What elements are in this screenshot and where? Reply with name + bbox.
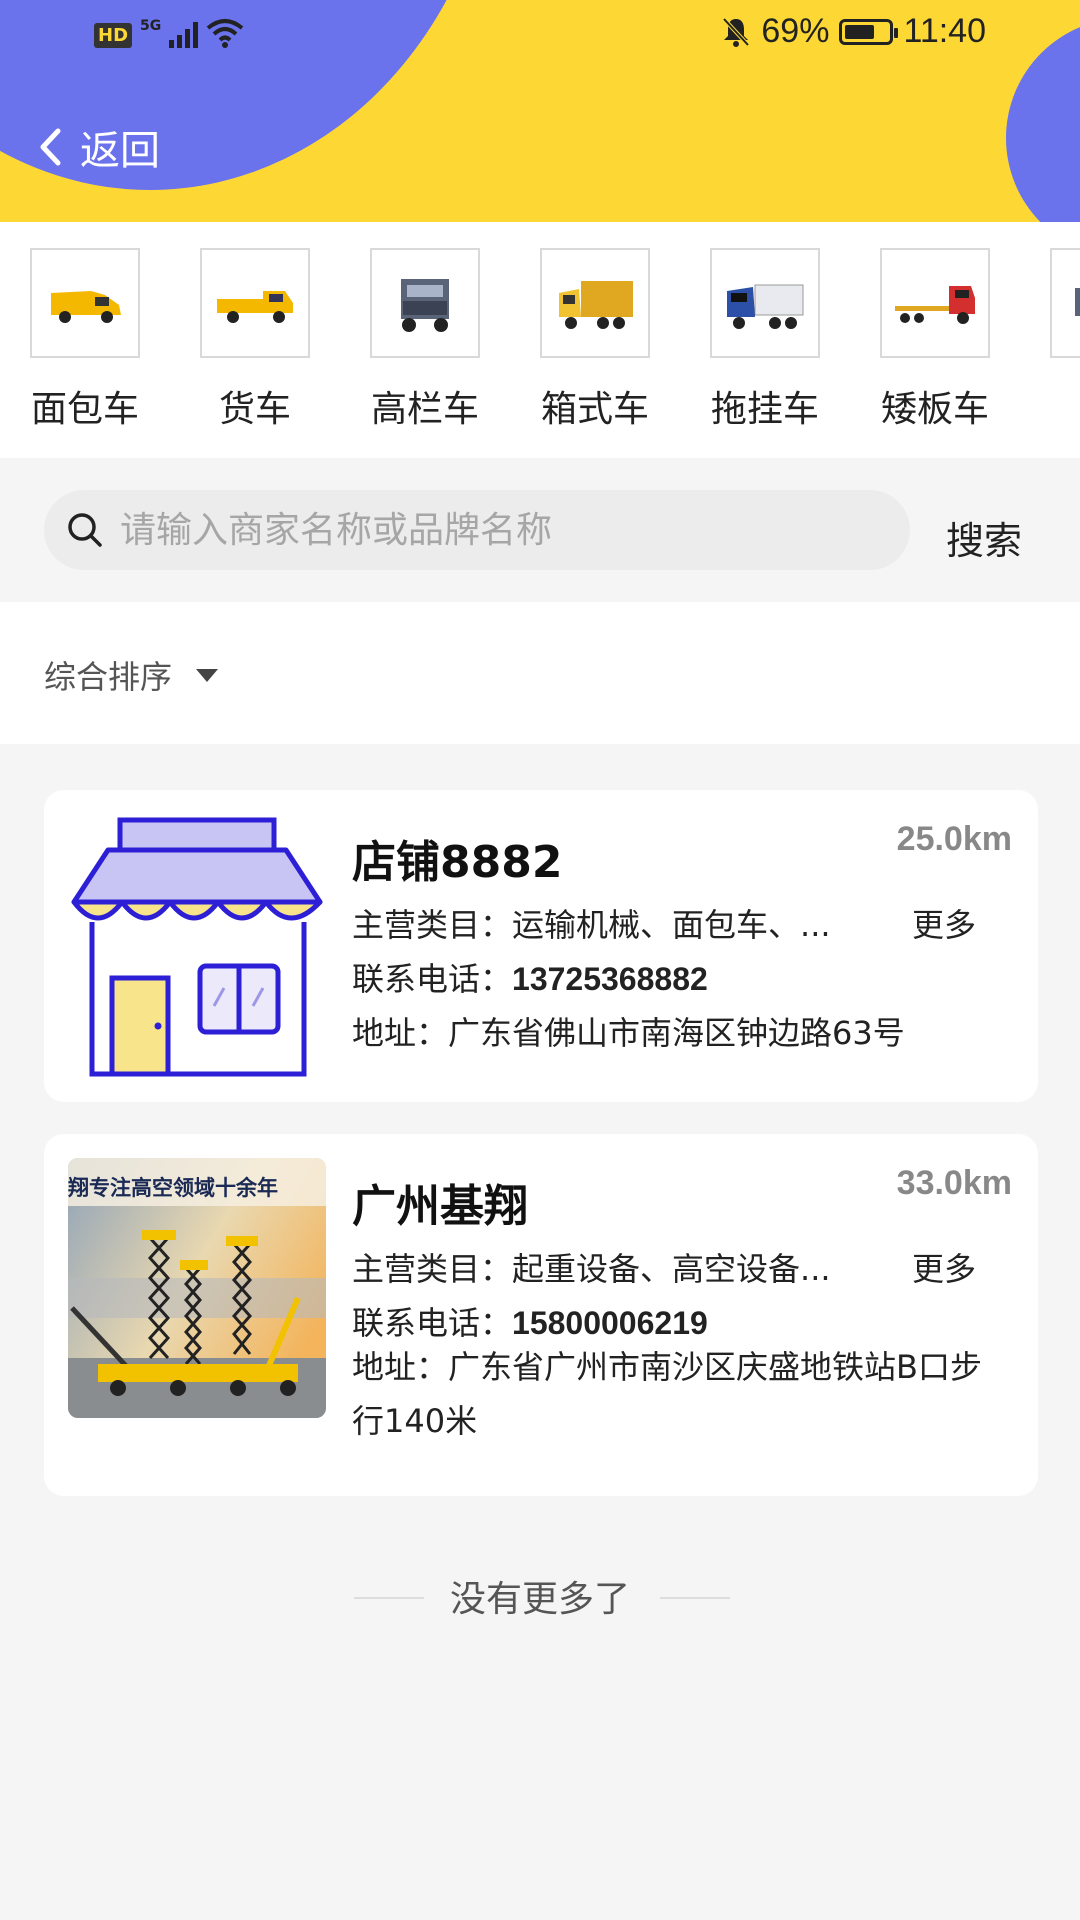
wifi-icon (206, 19, 244, 48)
caret-down-icon (196, 668, 219, 682)
category-label: 箱式车 (540, 389, 649, 430)
battery-icon (839, 18, 899, 45)
shop-card[interactable]: 店铺8882 25.0km 主营类目：运输机械、面包车、... 更多 联系电话：… (44, 790, 1038, 1102)
shop-distance: 25.0km (896, 820, 1012, 858)
category-van[interactable]: 面包车 (28, 248, 142, 432)
shop-name: 店铺8882 (352, 837, 563, 888)
van-icon (30, 248, 140, 358)
search-area: 搜索 (0, 458, 1080, 602)
vehicle-category-strip[interactable]: 面包车 货车 高栏车 箱式车 拖挂车 矮板车 平 (0, 222, 1080, 458)
category-low-bed[interactable]: 矮板车 (878, 248, 992, 432)
hd-badge: HD (94, 23, 133, 48)
truck-icon (200, 248, 310, 358)
shop-card[interactable]: 翔专注高空领域十余年 广州基翔 33.0km 主营类目：起重设备、高空设备...… (44, 1134, 1038, 1496)
trailer-truck-icon (710, 248, 820, 358)
categories-label: 主营类目： (352, 1250, 513, 1288)
high-rail-truck-icon (370, 248, 480, 358)
shop-phone: 联系电话：15800006219 (352, 1298, 708, 1344)
more-link[interactable]: 更多 (912, 1244, 976, 1290)
divider-right (660, 1597, 730, 1599)
mute-bell-icon (722, 17, 750, 47)
back-label: 返回 (80, 128, 160, 174)
battery-percent: 69% (761, 12, 830, 50)
address-label: 地址： (352, 1014, 449, 1052)
search-icon (68, 513, 102, 547)
category-high-rail[interactable]: 高栏车 (368, 248, 482, 432)
signal-icon (169, 22, 199, 48)
categories-label: 主营类目： (352, 906, 513, 944)
phone-label: 联系电话： (352, 1304, 513, 1342)
status-right: 69% 11:40 (721, 12, 986, 51)
clock: 11:40 (903, 12, 986, 50)
phone-label: 联系电话： (352, 960, 513, 998)
shop-phone: 联系电话：13725368882 (352, 954, 708, 1000)
shop-address: 地址：广东省佛山市南海区钟边路63号 (352, 1008, 905, 1054)
shop-categories: 主营类目：运输机械、面包车、... (352, 900, 831, 946)
phone-value[interactable]: 13725368882 (512, 961, 708, 997)
back-button[interactable]: 返回 (38, 118, 160, 176)
no-more-text: 没有更多了 (449, 1579, 630, 1620)
category-label: 货车 (218, 389, 291, 430)
shop-photo: 翔专注高空领域十余年 (68, 1158, 326, 1418)
search-button[interactable]: 搜索 (946, 510, 1022, 565)
category-label: 拖挂车 (710, 389, 819, 430)
shop-address: 地址：广东省广州市南沙区庆盛地铁站B口步行140米 (352, 1340, 992, 1448)
category-label: 面包车 (30, 389, 139, 430)
search-input[interactable] (118, 508, 882, 552)
flatbed-truck-icon (1050, 248, 1080, 358)
category-label: 矮板车 (880, 389, 989, 430)
category-label: 高栏车 (370, 389, 479, 430)
sort-dropdown[interactable]: 综合排序 (44, 652, 219, 698)
category-box[interactable]: 箱式车 (538, 248, 652, 432)
shop-distance: 33.0km (896, 1164, 1012, 1202)
box-truck-icon (540, 248, 650, 358)
storefront-icon (68, 816, 326, 1078)
low-bed-truck-icon (880, 248, 990, 358)
search-box[interactable] (44, 490, 910, 570)
address-label: 地址： (352, 1348, 449, 1386)
sort-label: 综合排序 (44, 658, 173, 696)
network-indicators: HD 5G (94, 18, 244, 48)
chevron-left-icon (40, 128, 61, 166)
category-label: 平 (1048, 380, 1080, 432)
category-trailer[interactable]: 拖挂车 (708, 248, 822, 432)
categories-value: 起重设备、高空设备... (512, 1250, 831, 1288)
more-link[interactable]: 更多 (912, 900, 976, 946)
status-bar: HD 5G 69% 11:40 (0, 0, 1080, 72)
address-value: 广东省佛山市南海区钟边路63号 (448, 1014, 905, 1052)
header: HD 5G 69% 11:40 返回 (0, 0, 1080, 222)
photo-caption: 翔专注高空领域十余年 (68, 1176, 278, 1200)
shop-categories: 主营类目：起重设备、高空设备... (352, 1244, 831, 1290)
sort-bar: 综合排序 (0, 602, 1080, 744)
battery-fill (845, 24, 875, 39)
phone-value[interactable]: 15800006219 (512, 1305, 708, 1341)
categories-value: 运输机械、面包车、... (512, 906, 831, 944)
5g-label: 5G (140, 18, 162, 34)
category-flatbed[interactable]: 平 (1048, 248, 1080, 432)
category-truck[interactable]: 货车 (198, 248, 312, 432)
shop-name: 广州基翔 (352, 1181, 528, 1232)
